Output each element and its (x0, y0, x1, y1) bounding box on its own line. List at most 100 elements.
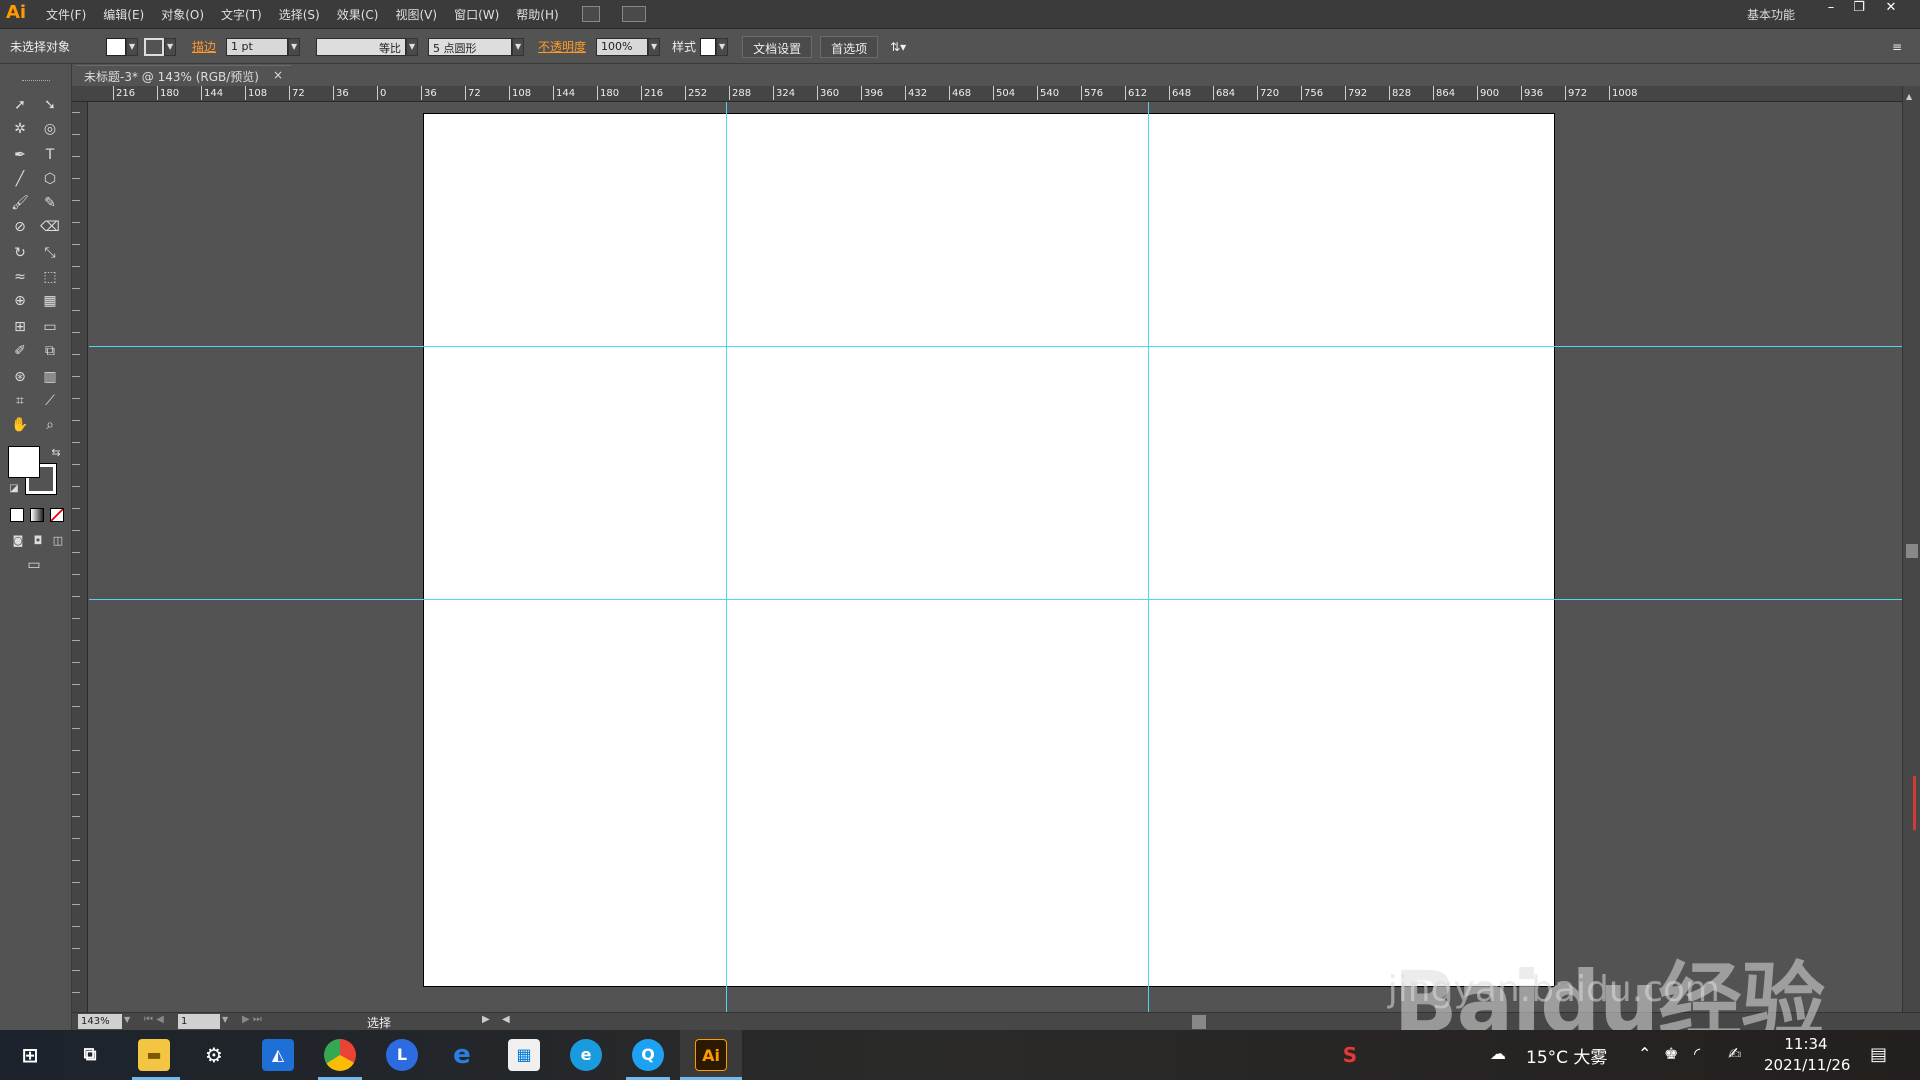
color-mode-icon[interactable] (10, 508, 24, 522)
last-artboard-icon[interactable]: ▶ ⏭ (242, 1014, 262, 1025)
selection-tool-icon[interactable]: ➚ (8, 94, 32, 116)
rotate-tool-icon[interactable]: ↻ (8, 242, 32, 264)
free-transform-tool-icon[interactable]: ⬚ (38, 266, 62, 288)
lark-icon[interactable]: L (386, 1039, 418, 1071)
vertical-guide[interactable] (726, 102, 727, 1012)
vertical-ruler[interactable] (72, 102, 88, 1012)
microsoft-store-icon[interactable]: ▦ (508, 1039, 540, 1071)
hand-tool-icon[interactable]: ✋ (8, 414, 32, 436)
windows-start-icon[interactable]: ⊞ (14, 1039, 46, 1071)
zoom-field[interactable]: 143% (78, 1014, 122, 1029)
workspace-switcher[interactable]: 基本功能 (1747, 6, 1795, 23)
perspective-grid-tool-icon[interactable]: ▦ (38, 290, 62, 312)
scroll-left-icon[interactable]: ◀ (502, 1014, 510, 1025)
menu-object[interactable]: 对象(O) (161, 6, 204, 23)
line-tool-icon[interactable]: ╱ (8, 168, 32, 190)
style-swatch[interactable] (700, 37, 717, 56)
stroke-dropdown[interactable]: ▼ (164, 37, 177, 56)
artboard-page-field[interactable]: 1 (178, 1014, 220, 1029)
menu-type[interactable]: 文字(T) (221, 6, 262, 23)
style-dropdown[interactable]: ▼ (716, 37, 729, 56)
file-explorer-icon[interactable]: ▬ (138, 1039, 170, 1071)
pen-input-icon[interactable]: ✍ (1728, 1044, 1741, 1063)
restore-button[interactable]: ❐ (1846, 0, 1872, 18)
width-tool-icon[interactable]: ≈ (8, 266, 32, 288)
illustrator-taskbar-slot[interactable]: Ai (680, 1030, 742, 1080)
close-button[interactable]: ✕ (1878, 0, 1904, 18)
horizontal-scroll-thumb[interactable] (1192, 1015, 1206, 1029)
sogou-input-icon[interactable]: S (1334, 1039, 1366, 1071)
vertical-guide[interactable] (1148, 102, 1149, 1012)
menu-select[interactable]: 选择(S) (279, 6, 320, 23)
pen-tool-icon[interactable]: ✒ (8, 144, 32, 166)
default-colors-icon[interactable]: ◪ (2, 478, 26, 500)
scroll-up-icon[interactable]: ▲ (1906, 92, 1912, 101)
artboard-tool-icon[interactable]: ⌗ (8, 390, 32, 412)
align-options-icon[interactable]: ⇅▾ (890, 40, 906, 54)
minimize-button[interactable]: – (1818, 0, 1844, 18)
preferences-button[interactable]: 首选项 (820, 35, 879, 58)
status-menu-arrow-icon[interactable]: ▶ (482, 1014, 490, 1025)
artboard[interactable] (423, 113, 1555, 987)
eraser-tool-icon[interactable]: ⌫ (38, 216, 62, 238)
horizontal-guide[interactable] (89, 346, 1902, 347)
horizontal-ruler[interactable]: 216 180 144 108 72 36 0 36 72 108 144 180 216 252 288 3… (72, 86, 1920, 102)
opacity-field[interactable]: 100% (596, 37, 649, 56)
arrange-documents-icon[interactable] (622, 6, 646, 22)
graph-tool-icon[interactable]: ▥ (38, 366, 62, 388)
menu-view[interactable]: 视图(V) (395, 6, 437, 23)
type-tool-icon[interactable]: T (38, 144, 62, 166)
clock[interactable]: 11:34 2021/11/26 (1764, 1034, 1850, 1076)
task-view-icon[interactable]: ⧉ (74, 1039, 106, 1071)
opacity-dropdown[interactable]: ▼ (648, 37, 661, 56)
symbol-sprayer-tool-icon[interactable]: ⊛ (8, 366, 32, 388)
stroke-weight-dropdown[interactable]: ▼ (288, 37, 301, 56)
bridge-icon[interactable] (582, 6, 600, 22)
browser-icon[interactable]: Q (632, 1039, 664, 1071)
swap-colors-icon[interactable]: ⇆ (44, 442, 68, 464)
fill-color-box[interactable] (8, 446, 40, 478)
notification-center-icon[interactable]: ▤ (1870, 1044, 1887, 1065)
paintbrush-tool-icon[interactable]: 🖌 (8, 192, 32, 214)
internet-explorer-icon[interactable]: e (446, 1039, 478, 1071)
brush-dropdown[interactable]: ▼ (512, 37, 525, 56)
gradient-tool-icon[interactable]: ▭ (38, 316, 62, 338)
settings-icon[interactable]: ⚙ (198, 1039, 230, 1071)
stroke-profile-field[interactable]: 等比 (316, 37, 407, 56)
shape-builder-tool-icon[interactable]: ⊕ (8, 290, 32, 312)
chrome-icon[interactable] (324, 1039, 356, 1071)
weather-cloud-icon[interactable]: ☁ (1490, 1044, 1506, 1063)
eyedropper-tool-icon[interactable]: ✐ (8, 340, 32, 362)
menu-file[interactable]: 文件(F) (46, 6, 86, 23)
status-mode[interactable]: 选择 (367, 1014, 391, 1031)
menu-edit[interactable]: 编辑(E) (103, 6, 144, 23)
show-hidden-icons-icon[interactable]: ⌃ (1638, 1044, 1651, 1063)
stroke-weight-field[interactable]: 1 pt (226, 37, 289, 56)
blob-brush-tool-icon[interactable]: ⊘ (8, 216, 32, 238)
fill-dropdown[interactable]: ▼ (126, 37, 139, 56)
document-tab[interactable]: 未标题-3* @ 143% (RGB/预览) × (76, 65, 292, 86)
lasso-tool-icon[interactable]: ◎ (38, 118, 62, 140)
qq-icon[interactable]: ♚ (1664, 1044, 1678, 1063)
magic-wand-tool-icon[interactable]: ✲ (8, 118, 32, 140)
panel-grip[interactable] (22, 80, 50, 82)
vertical-scrollbar[interactable]: ▲ (1902, 86, 1920, 1012)
stroke-label[interactable]: 描边 (192, 38, 216, 55)
weather-text[interactable]: 15°C 大雾 (1526, 1043, 1607, 1068)
fill-swatch[interactable] (106, 37, 127, 56)
none-mode-icon[interactable] (50, 508, 64, 522)
slice-tool-icon[interactable]: ⟋ (38, 390, 62, 412)
first-artboard-icon[interactable]: ⏮ ◀ (144, 1014, 164, 1025)
direct-selection-tool-icon[interactable]: ➘ (38, 94, 62, 116)
opacity-label[interactable]: 不透明度 (538, 38, 586, 55)
document-tab-close-icon[interactable]: × (273, 68, 283, 84)
panel-menu-icon[interactable]: ≡ (1892, 40, 1902, 54)
stroke-swatch[interactable] (144, 37, 165, 56)
menu-effect[interactable]: 效果(C) (337, 6, 379, 23)
zoom-tool-icon[interactable]: ⌕ (38, 414, 62, 436)
blend-tool-icon[interactable]: ⧉ (38, 340, 62, 362)
vertical-scroll-thumb[interactable] (1906, 544, 1918, 558)
page-dropdown-icon[interactable]: ▼ (222, 1015, 228, 1024)
menu-help[interactable]: 帮助(H) (516, 6, 558, 23)
stroke-profile-dropdown[interactable]: ▼ (406, 37, 419, 56)
